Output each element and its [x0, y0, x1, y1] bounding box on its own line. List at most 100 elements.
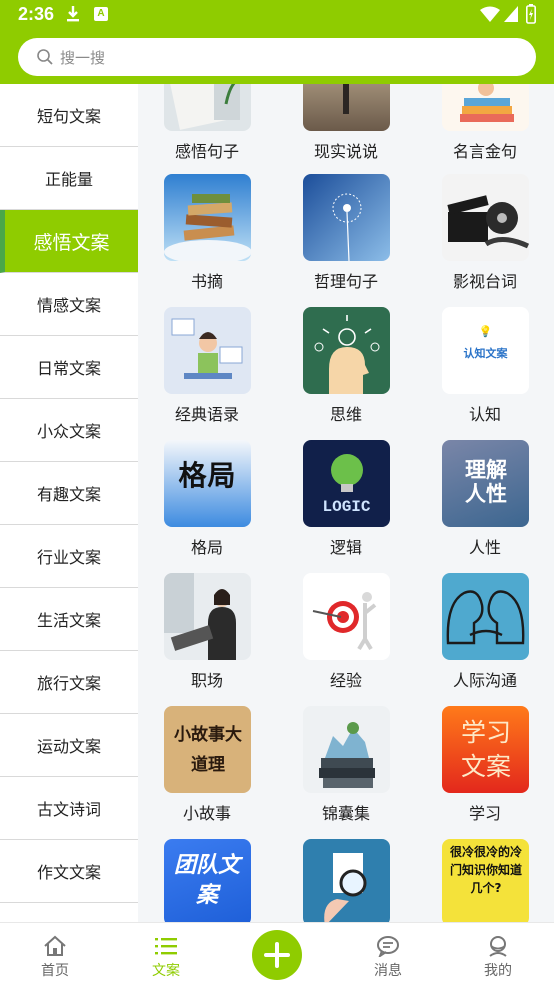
topic-label: 名言金句: [452, 142, 517, 161]
chat-bubble-icon: [377, 936, 399, 957]
signal-icon: [504, 6, 518, 22]
thumb-text: 格局: [178, 459, 237, 492]
sidebar-item-guwen[interactable]: 古文诗词: [0, 777, 138, 840]
status-time: 2:36: [18, 4, 55, 24]
sidebar-item-label: 运动文案: [36, 737, 101, 756]
sidebar-item-richang[interactable]: 日常文案: [0, 336, 138, 399]
sidebar-item-label: 小众文案: [36, 422, 101, 441]
topic-tile-zhichang[interactable]: 职场: [138, 573, 276, 706]
sidebar-item-label: 生活文案: [36, 611, 101, 630]
search-placeholder: 搜一搜: [60, 49, 106, 67]
home-icon: [44, 935, 66, 956]
sidebar-item-hangye[interactable]: 行业文案: [0, 525, 138, 588]
topic-label: 书摘: [190, 272, 223, 291]
sidebar-item-label: 日常文案: [36, 359, 101, 378]
topic-label: 经典语录: [174, 405, 239, 424]
sidebar-item-duanju[interactable]: 短句文案: [0, 84, 138, 147]
user-icon: [489, 936, 507, 957]
sidebar-item-lvxing[interactable]: 旅行文案: [0, 651, 138, 714]
topic-thumbnail: [303, 307, 390, 394]
sidebar-item-label: 短句文案: [36, 107, 101, 126]
thumb-text: LOGIC: [322, 498, 371, 516]
nav-wenan[interactable]: 文案: [111, 923, 221, 984]
nav-mine[interactable]: 我的: [443, 923, 553, 984]
add-button[interactable]: [252, 930, 302, 980]
sidebar-item-label: 有趣文案: [36, 485, 101, 504]
topic-thumbnail: [164, 174, 251, 261]
thumb-text: 认知文案: [463, 347, 508, 360]
topic-tile-renzhi[interactable]: 💡 认知文案 认知: [416, 307, 554, 440]
topic-thumbnail: [303, 839, 390, 922]
thumb-text: 理解人性: [465, 458, 507, 506]
nav-home[interactable]: 首页: [0, 923, 110, 984]
sidebar-item-zhengnengliang[interactable]: 正能量: [0, 147, 138, 210]
topic-tile-xianshi[interactable]: 现实说说: [277, 84, 415, 177]
topic-tile-renxing[interactable]: 理解人性 人性: [416, 440, 554, 573]
topic-thumbnail: 格局: [164, 440, 251, 527]
search-input[interactable]: 搜一搜: [18, 38, 536, 76]
topic-tile-ganwu[interactable]: 感悟句子: [138, 84, 276, 177]
topic-label: 思维: [329, 405, 362, 424]
wifi-icon: [480, 6, 500, 22]
topic-tile-shuzhai[interactable]: 书摘: [138, 174, 276, 307]
topic-label: 人际沟通: [452, 671, 517, 690]
topic-thumbnail: 理解人性: [442, 440, 529, 527]
topic-tile-tuandui[interactable]: 团队文案: [138, 839, 276, 922]
topic-tile-xuexi[interactable]: 学习文案 学习: [416, 706, 554, 839]
nav-label: 文案: [152, 963, 180, 979]
topic-tile-geju[interactable]: 格局 格局: [138, 440, 276, 573]
topic-tile-jingyan[interactable]: 经验: [277, 573, 415, 706]
topic-label: 感悟句子: [174, 142, 239, 161]
thumb-text: 小故事大道理: [174, 725, 242, 775]
search-icon: [37, 49, 53, 65]
topic-thumbnail: 很冷很冷的冷门知识你知道几个?: [442, 839, 529, 922]
sidebar-item-label: 行业文案: [36, 548, 101, 567]
topic-thumbnail: 小故事大道理: [164, 706, 251, 793]
sidebar-item-label: 情感文案: [36, 296, 101, 315]
nav-label: 消息: [374, 963, 402, 979]
sidebar-item-youqu[interactable]: 有趣文案: [0, 462, 138, 525]
sidebar-item-xiaozhong[interactable]: 小众文案: [0, 399, 138, 462]
topic-tile-lengmen[interactable]: 很冷很冷的冷门知识你知道几个?: [416, 839, 554, 922]
topic-thumbnail: LOGIC: [303, 440, 390, 527]
download-icon: [67, 6, 79, 22]
topic-tile-mingyan[interactable]: 名言金句: [416, 84, 554, 177]
sidebar-item-ganwu[interactable]: 感悟文案: [0, 210, 138, 273]
battery-icon: [526, 4, 536, 24]
thumb-text: 团队文案: [173, 853, 240, 908]
topic-label: 锦囊集: [321, 804, 370, 823]
sidebar-item-yundong[interactable]: 运动文案: [0, 714, 138, 777]
topic-thumbnail: 💡 认知文案: [442, 307, 529, 394]
topic-thumbnail: 团队文案: [164, 839, 251, 922]
list-icon: [155, 938, 177, 955]
sidebar-item-label: 古文诗词: [36, 800, 101, 819]
thumb-text: 学习文案: [460, 718, 511, 781]
topic-label: 格局: [190, 538, 223, 557]
sidebar-item-label: 正能量: [44, 170, 93, 189]
topic-thumbnail: [303, 573, 390, 660]
topic-tile-renji[interactable]: 人际沟通: [416, 573, 554, 706]
topic-tile-siwei[interactable]: 思维: [277, 307, 415, 440]
nav-label: 首页: [41, 963, 69, 979]
sidebar-item-zuowen[interactable]: 作文文案: [0, 840, 138, 903]
topic-tile-luoji[interactable]: LOGIC 逻辑: [277, 440, 415, 573]
lightbulb-icon: 💡: [478, 325, 493, 338]
topic-tile-jinnang[interactable]: 锦囊集: [277, 706, 415, 839]
topic-tile-zheli[interactable]: 哲理句子: [277, 174, 415, 307]
app-notification-icon: A: [94, 7, 108, 21]
topic-thumbnail: [303, 706, 390, 793]
topic-thumbnail: 学习文案: [442, 706, 529, 793]
topic-thumbnail: [303, 174, 390, 261]
topic-label: 小故事: [182, 804, 231, 823]
topic-tile-jingdian[interactable]: 经典语录: [138, 307, 276, 440]
sidebar-item-shenghuo[interactable]: 生活文案: [0, 588, 138, 651]
topic-tile-xiaogushi[interactable]: 小故事大道理 小故事: [138, 706, 276, 839]
nav-messages[interactable]: 消息: [333, 923, 443, 984]
topic-thumbnail: [164, 307, 251, 394]
sidebar-item-label: 旅行文案: [36, 674, 101, 693]
sidebar-item-qinggan[interactable]: 情感文案: [0, 273, 138, 336]
topic-tile-yingshi[interactable]: 影视台词: [416, 174, 554, 307]
topic-label: 学习: [468, 804, 501, 823]
sidebar-item-label: 感悟文案: [33, 231, 110, 254]
topic-tile-search-study[interactable]: [277, 839, 415, 922]
